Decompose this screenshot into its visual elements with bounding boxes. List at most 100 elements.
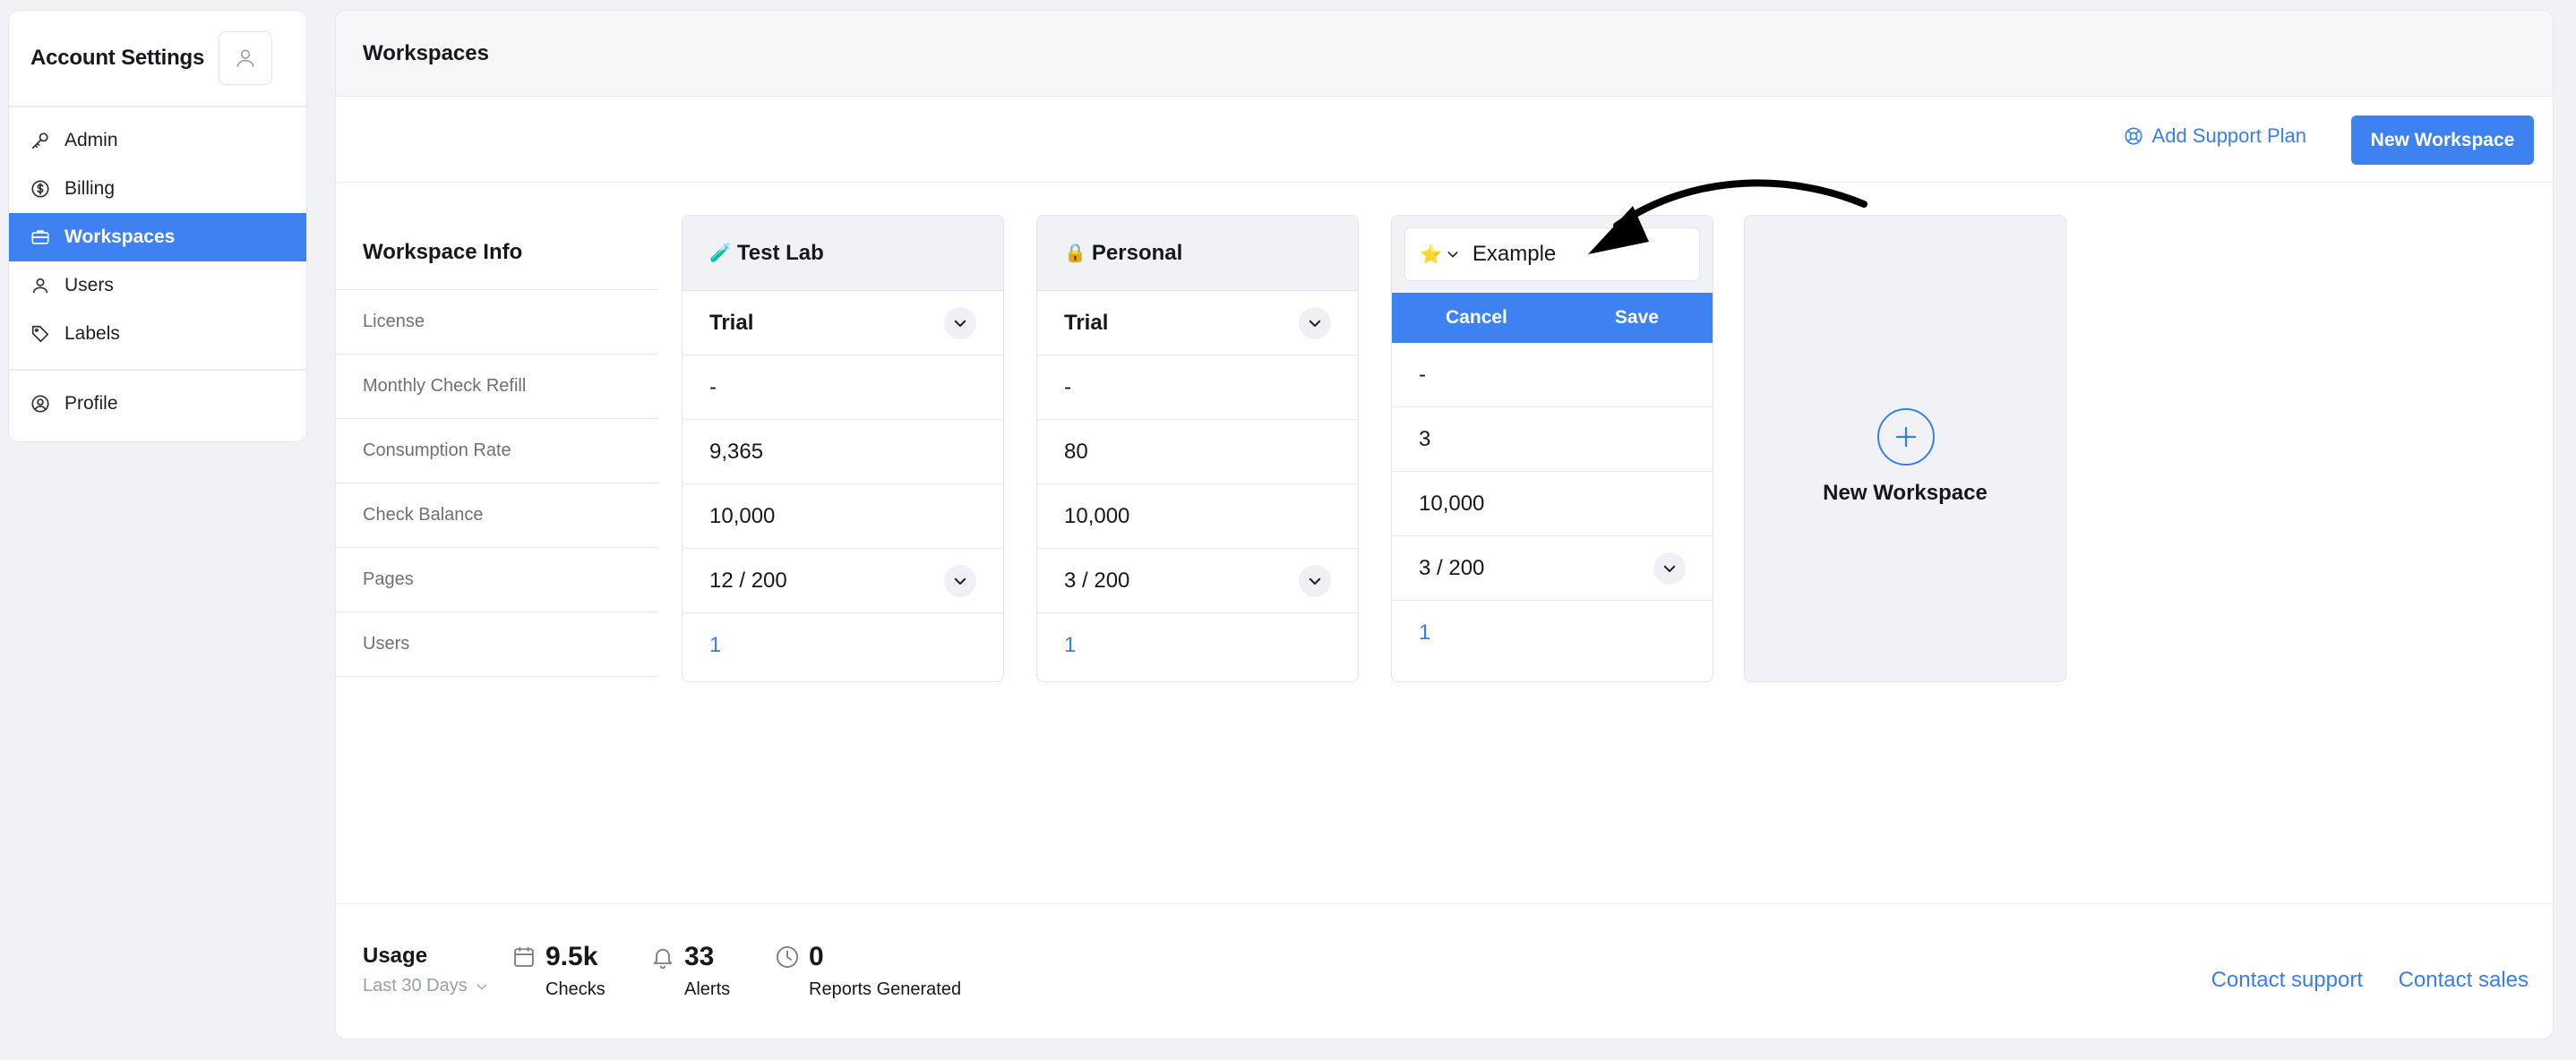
chevron-down-icon [477,983,487,989]
sidebar-item-users[interactable]: Users [9,261,306,310]
balance-text: 10,000 [709,503,776,528]
chevron-down-icon[interactable] [1653,551,1686,585]
stat-label: Alerts [684,979,731,999]
new-workspace-card-label: New Workspace [1823,481,1988,505]
pages-text: 12 / 200 [709,568,787,593]
save-button[interactable]: Save [1597,300,1677,336]
sidebar-nav: Admin Billing Workspaces Users Labels Pr… [9,107,306,428]
sidebar-item-label: Profile [64,393,118,414]
chevron-down-icon[interactable] [944,564,976,597]
workspace-card-test-lab: 🧪 Test Lab Trial - 9,365 10,000 12 / 200… [682,215,1004,682]
clock-icon [776,945,799,969]
sidebar-item-profile[interactable]: Profile [9,380,306,428]
users-link[interactable]: 1 [1419,620,1430,645]
sidebar-item-billing[interactable]: Billing [9,165,306,213]
info-row-license: License [336,290,658,355]
cancel-button[interactable]: Cancel [1428,300,1525,336]
pages-value: 3 / 200 [1392,536,1713,601]
edit-actions: Cancel Save [1392,293,1713,343]
calendar-icon [514,946,534,967]
toolbar: Add Support Plan New Workspace [336,97,2553,183]
sidebar-item-label: Users [64,275,114,295]
sidebar-title: Account Settings [30,46,205,70]
monthly-check-refill-value: - [1037,355,1358,420]
consumption-text: 3 [1419,426,1431,451]
new-workspace-button[interactable]: New Workspace [2351,115,2534,165]
workspace-card-header[interactable]: 🧪 Test Lab [683,216,1003,291]
dollar-circle-icon [31,180,49,198]
consumption-rate-value: 9,365 [683,420,1003,484]
page-title: Workspaces [363,40,489,65]
pages-text: 3 / 200 [1064,568,1130,593]
monthly-check-refill-value: - [683,355,1003,420]
consumption-rate-value: 80 [1037,420,1358,484]
contact-sales-link[interactable]: Contact sales [2399,968,2529,993]
balance-text: 10,000 [1064,503,1130,528]
plus-icon[interactable] [1877,408,1935,466]
check-balance-value: 10,000 [1392,472,1713,536]
users-value: 1 [1037,613,1358,678]
chevron-down-icon[interactable] [944,306,976,339]
refill-text: - [709,374,717,399]
add-support-plan-label: Add Support Plan [2151,124,2306,147]
balance-text: 10,000 [1419,491,1485,516]
info-row-consumption-rate: Consumption Rate [336,419,658,483]
user-circle-icon [31,395,49,413]
user-icon [32,278,48,294]
workspace-card-header[interactable]: 🔒 Personal [1037,216,1358,291]
usage-summary: Usage Last 30 Days [363,944,489,996]
workspace-emoji: 🧪 [709,244,732,263]
users-value: 1 [683,613,1003,678]
user-icon [236,49,254,67]
users-value: 1 [1392,601,1713,665]
workspace-info-column: Workspace Info License Monthly Check Ref… [336,215,658,677]
consumption-text: 80 [1064,439,1088,464]
pages-value: 12 / 200 [683,549,1003,613]
license-select[interactable]: Trial [1037,291,1358,355]
users-link[interactable]: 1 [1064,633,1076,658]
usage-footer: Usage Last 30 Days 9.5k Checks 33 Alerts [336,903,2553,1039]
briefcase-icon [31,230,49,244]
sidebar-item-workspaces[interactable]: Workspaces [9,213,306,261]
sidebar-item-label: Billing [64,178,116,199]
refill-text: - [1064,374,1071,399]
sidebar-item-label: Workspaces [64,227,176,247]
monthly-check-refill-value: - [1392,343,1713,407]
consumption-text: 9,365 [709,439,764,464]
info-row-pages: Pages [336,548,658,612]
new-workspace-card[interactable]: New Workspace [1744,215,2066,682]
check-balance-value: 10,000 [1037,484,1358,549]
chevron-down-icon[interactable] [1299,564,1331,597]
sidebar-divider [9,369,306,371]
license-select[interactable]: Trial [683,291,1003,355]
sidebar: Account Settings Admin Billing Workspace… [8,10,307,442]
workspace-emoji: 🔒 [1064,244,1086,263]
info-row-users: Users [336,612,658,677]
info-row-check-balance: Check Balance [336,483,658,548]
sidebar-item-label: Admin [64,130,118,150]
stat-alerts: 33 Alerts [650,942,730,1000]
check-balance-value: 10,000 [683,484,1003,549]
info-row-monthly-check-refill: Monthly Check Refill [336,355,658,419]
workspace-card-personal: 🔒 Personal Trial - 80 10,000 3 / 200 1 [1036,215,1359,682]
workspace-name: Test Lab [736,240,824,265]
stat-label: Checks [545,979,605,999]
stat-checks: 9.5k Checks [511,942,605,1000]
sidebar-item-labels[interactable]: Labels [9,310,306,358]
sidebar-item-admin[interactable]: Admin [9,116,306,165]
workspace-name: Personal [1091,240,1183,265]
sidebar-header: Account Settings [9,11,306,107]
stat-reports: 0 Reports Generated [775,942,961,1000]
usage-range-select[interactable]: Last 30 Days [363,976,489,996]
arrow-annotation-icon [1588,179,1868,254]
users-link[interactable]: 1 [709,633,721,658]
stat-value: 33 [684,942,715,971]
contact-support-link[interactable]: Contact support [2211,968,2363,993]
chevron-down-icon[interactable] [1299,306,1331,339]
lifebuoy-icon [2124,127,2142,145]
pages-text: 3 / 200 [1419,555,1485,580]
add-support-plan-link[interactable]: Add Support Plan [2124,124,2306,148]
avatar[interactable] [219,31,272,85]
main-panel: Workspaces Add Support Plan New Workspac… [335,10,2554,1039]
emoji-picker[interactable]: ⭐ [1420,244,1460,266]
